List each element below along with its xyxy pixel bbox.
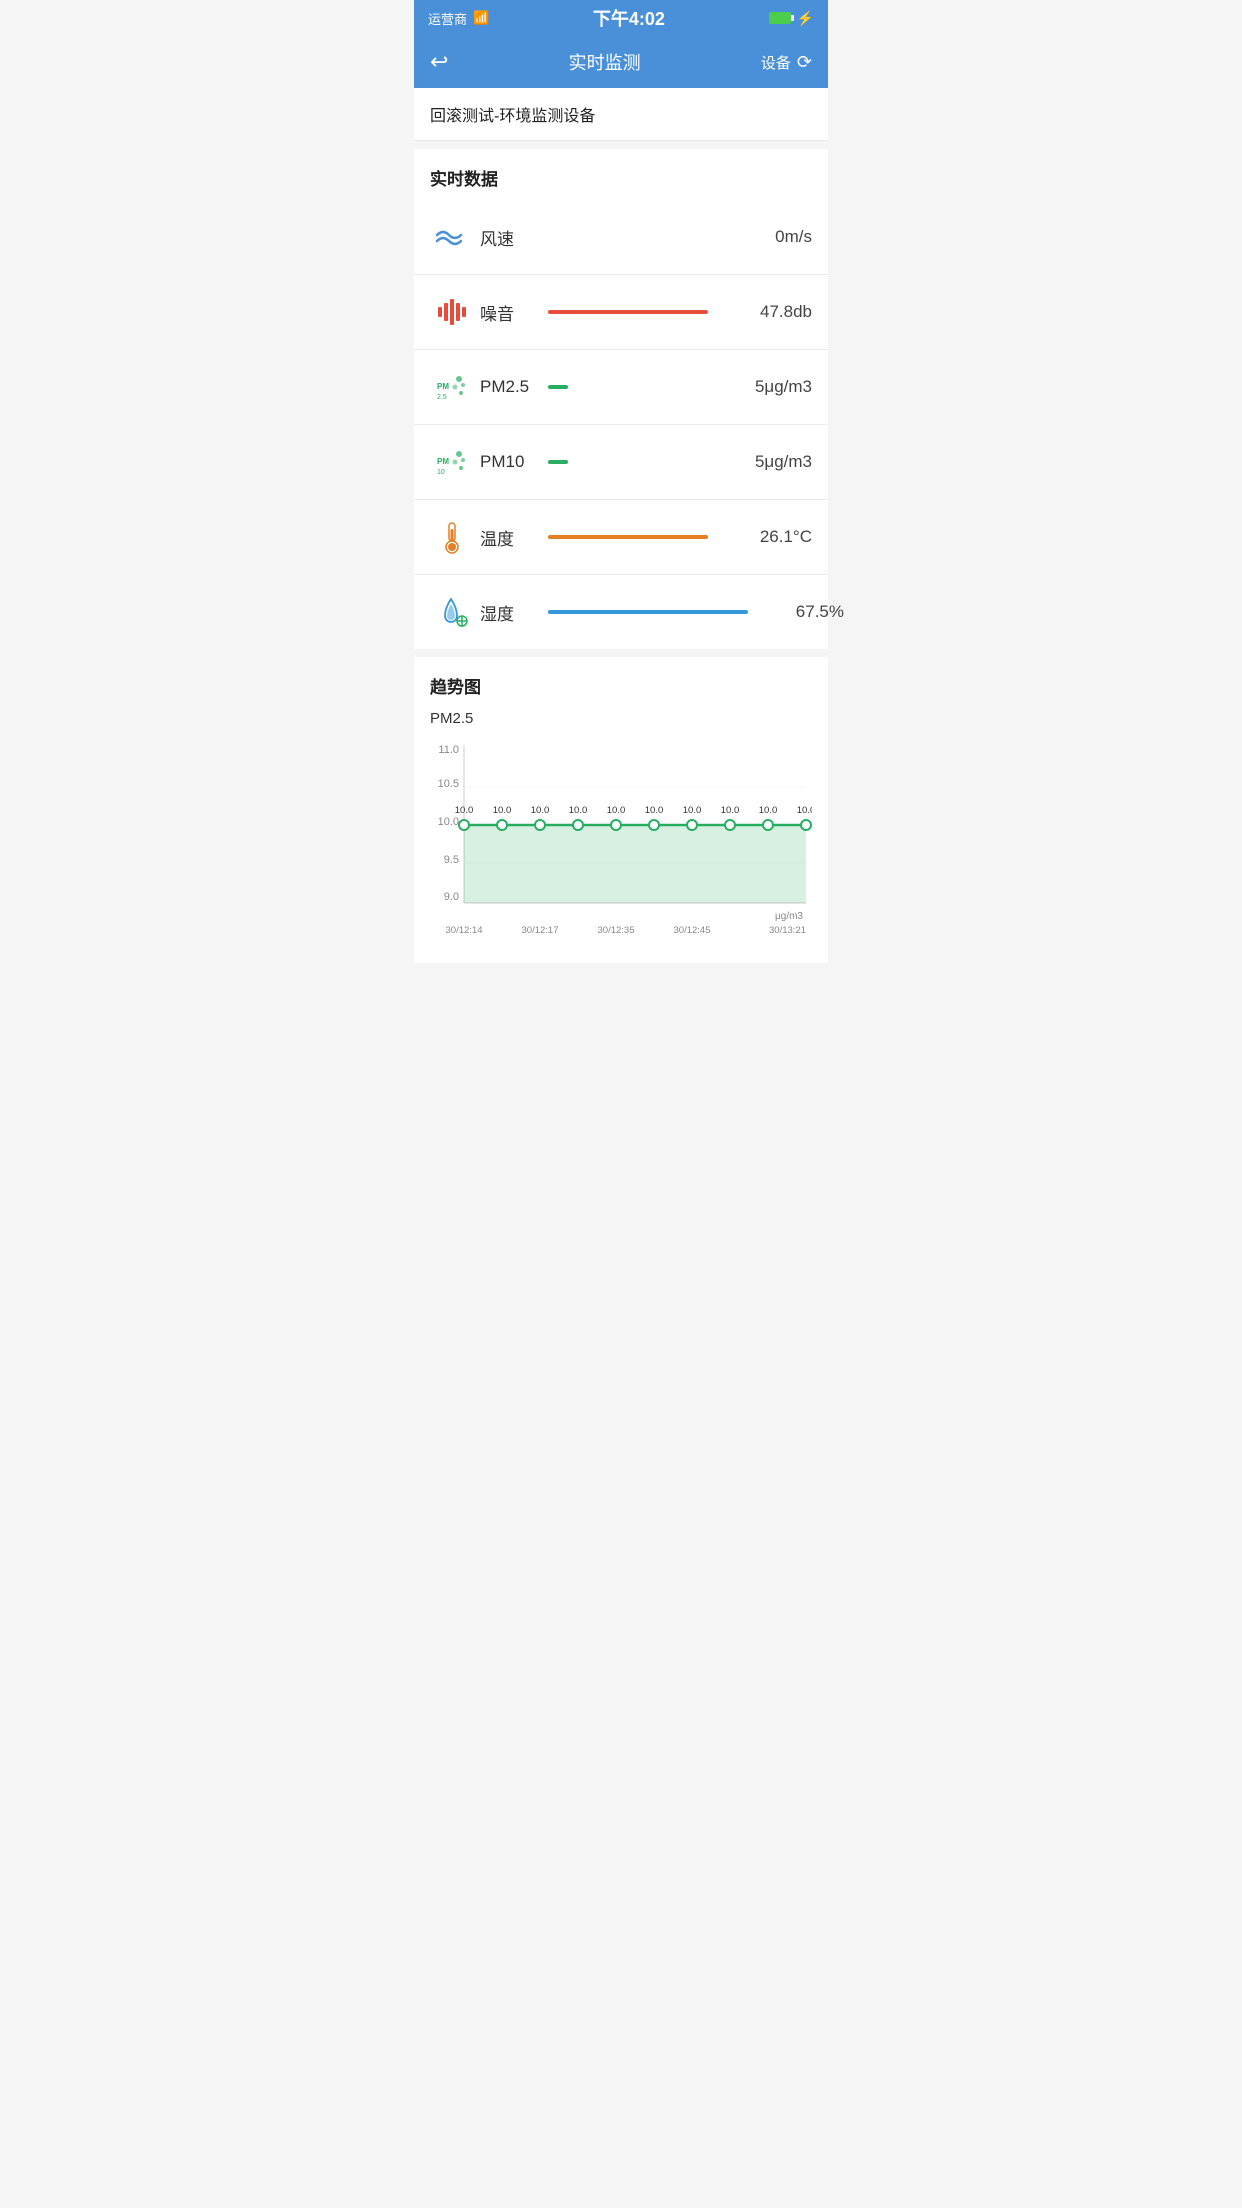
svg-text:10.0: 10.0: [493, 805, 512, 816]
data-row-wind[interactable]: 风速 0m/s: [414, 200, 828, 275]
label-humidity: 湿度: [480, 600, 532, 625]
bar-container-humidity: [548, 610, 748, 614]
value-humidity: 67.5%: [764, 602, 844, 622]
data-row-pm10[interactable]: PM 10 PM10 5μg/m3: [414, 425, 828, 500]
bar-temperature: [548, 535, 708, 539]
header-title: 实时监测: [569, 49, 641, 75]
dash-container-pm25: [548, 385, 716, 389]
label-temperature: 温度: [480, 525, 532, 550]
value-pm25: 5μg/m3: [732, 377, 812, 397]
svg-text:2.5: 2.5: [437, 394, 447, 401]
status-bar: 运营商 📶 下午4:02 ⚡: [414, 0, 828, 36]
svg-text:10.0: 10.0: [531, 805, 550, 816]
device-title: 回滚测试-环境监测设备: [414, 88, 828, 141]
label-pm25: PM2.5: [480, 377, 532, 397]
svg-text:10.0: 10.0: [721, 805, 740, 816]
svg-text:10.5: 10.5: [438, 778, 459, 790]
svg-text:10: 10: [437, 469, 445, 476]
svg-text:30/12:17: 30/12:17: [522, 925, 559, 936]
bar-container-temperature: [548, 535, 716, 539]
realtime-section-header: 实时数据: [414, 149, 828, 200]
icon-humidity: [430, 591, 472, 633]
back-button[interactable]: ↩: [430, 49, 448, 75]
svg-text:30/13:21: 30/13:21: [769, 925, 806, 936]
bar-container-noise: [548, 310, 716, 314]
svg-text:9.0: 9.0: [444, 891, 459, 903]
bar-humidity: [548, 610, 748, 614]
svg-text:30/12:35: 30/12:35: [598, 925, 635, 936]
icon-noise: [430, 291, 472, 333]
svg-text:10.0: 10.0: [797, 805, 812, 816]
svg-text:10.0: 10.0: [607, 805, 626, 816]
battery-icon: [769, 12, 791, 24]
chart-container: 11.0 10.5 10.0 9.5 9.0 10.0 10.0: [430, 735, 812, 955]
svg-text:30/12:45: 30/12:45: [674, 925, 711, 936]
device-label: 设备: [761, 52, 791, 73]
bar-noise: [548, 310, 708, 314]
svg-text:10.0: 10.0: [683, 805, 702, 816]
icon-temperature: [430, 516, 472, 558]
icon-wind: [430, 216, 472, 258]
svg-text:9.5: 9.5: [444, 854, 459, 866]
carrier-label: 运营商: [428, 9, 467, 28]
svg-text:10.0: 10.0: [455, 805, 474, 816]
device-refresh-button[interactable]: 设备 ⟳: [761, 52, 812, 73]
dash-container-pm10: [548, 460, 716, 464]
dash-pm25: [548, 385, 568, 389]
trend-section: 趋势图 PM2.5 11.0 10.5 10.0 9.5 9.0 10.0: [414, 657, 828, 963]
svg-text:μg/m3: μg/m3: [775, 911, 803, 922]
chart-label: PM2.5: [430, 710, 812, 727]
icon-pm25: PM 2.5: [430, 366, 472, 408]
refresh-icon: ⟳: [797, 52, 812, 73]
dash-pm10: [548, 460, 568, 464]
icon-pm10: PM 10: [430, 441, 472, 483]
status-time: 下午4:02: [593, 5, 665, 31]
value-wind: 0m/s: [732, 227, 812, 247]
data-row-humidity[interactable]: 湿度 67.5%: [414, 575, 828, 649]
status-left: 运营商 📶: [428, 9, 489, 28]
svg-text:PM: PM: [437, 382, 449, 391]
label-pm10: PM10: [480, 452, 532, 472]
data-rows: 风速 0m/s 噪音 47.8db PM 2.5 PM2.5 5μg/m3 PM…: [414, 200, 828, 649]
svg-text:30/12:14: 30/12:14: [446, 925, 483, 936]
svg-text:10.0: 10.0: [759, 805, 778, 816]
data-row-temperature[interactable]: 温度 26.1°C: [414, 500, 828, 575]
svg-text:10.0: 10.0: [645, 805, 664, 816]
wifi-icon: 📶: [473, 10, 489, 26]
svg-text:10.0: 10.0: [569, 805, 588, 816]
back-arrow-icon: ↩: [430, 49, 448, 75]
status-right: ⚡: [769, 10, 814, 27]
realtime-section-label: 实时数据: [430, 170, 498, 189]
svg-text:11.0: 11.0: [438, 744, 459, 756]
value-temperature: 26.1°C: [732, 527, 812, 547]
charging-icon: ⚡: [797, 10, 814, 27]
label-noise: 噪音: [480, 300, 532, 325]
value-pm10: 5μg/m3: [732, 452, 812, 472]
pm25-chart: 11.0 10.5 10.0 9.5 9.0 10.0 10.0: [430, 735, 812, 955]
trend-section-title: 趋势图: [430, 673, 812, 698]
data-row-pm25[interactable]: PM 2.5 PM2.5 5μg/m3: [414, 350, 828, 425]
svg-text:10.0: 10.0: [438, 816, 459, 828]
label-wind: 风速: [480, 225, 532, 250]
header: ↩ 实时监测 设备 ⟳: [414, 36, 828, 88]
value-noise: 47.8db: [732, 302, 812, 322]
data-row-noise[interactable]: 噪音 47.8db: [414, 275, 828, 350]
svg-text:PM: PM: [437, 457, 449, 466]
